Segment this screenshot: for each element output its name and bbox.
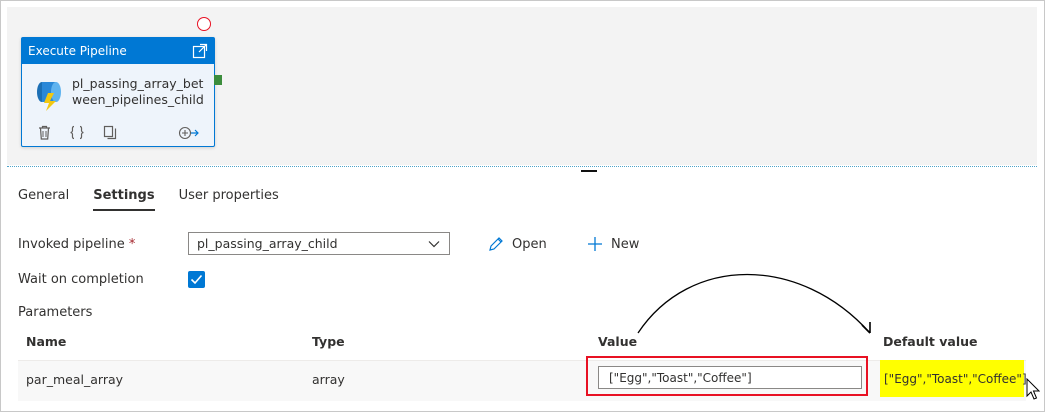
add-output-icon[interactable] <box>178 126 200 140</box>
column-header-default-value: Default value <box>883 334 978 349</box>
copy-icon[interactable] <box>103 125 117 140</box>
param-value-input[interactable]: ["Egg","Toast","Coffee"] <box>598 366 862 389</box>
checkmark-icon <box>190 274 203 285</box>
chevron-down-icon <box>427 237 441 254</box>
property-tabs: General Settings User properties <box>18 188 303 211</box>
pipeline-icon <box>32 77 64 111</box>
table-row <box>18 360 1026 401</box>
activity-type-label: Execute Pipeline <box>28 44 127 58</box>
param-type-cell: array <box>312 372 345 387</box>
parameters-label: Parameters <box>18 305 93 320</box>
panel-divider <box>7 166 1037 167</box>
new-button-label: New <box>611 236 640 252</box>
param-default-value-cell: ["Egg","Toast","Coffee"] <box>880 360 1027 397</box>
mouse-cursor-icon <box>1026 377 1041 404</box>
edit-pencil-icon <box>488 236 512 252</box>
required-marker: * <box>128 237 136 252</box>
annotation-arrow <box>637 273 871 334</box>
code-icon[interactable] <box>69 125 85 140</box>
delete-icon[interactable] <box>38 125 51 140</box>
tab-general[interactable]: General <box>18 188 69 211</box>
column-header-name: Name <box>26 334 67 349</box>
tab-user-properties[interactable]: User properties <box>179 188 279 211</box>
wait-on-completion-label: Wait on completion <box>18 272 144 287</box>
invoked-pipeline-select[interactable]: pl_passing_array_child <box>188 232 450 255</box>
open-pipeline-button[interactable]: Open <box>488 236 547 252</box>
activity-name: pl_passing_array_between_pipelines_child <box>72 76 204 107</box>
new-pipeline-button[interactable]: New <box>587 236 639 252</box>
open-button-label: Open <box>512 236 547 252</box>
tab-settings[interactable]: Settings <box>93 188 155 211</box>
execute-pipeline-activity[interactable]: Execute Pipeline pl_passing_array_betwee… <box>21 37 215 147</box>
param-name-cell: par_meal_array <box>26 372 124 387</box>
invoked-pipeline-label: Invoked pipeline * <box>18 237 135 252</box>
invoked-pipeline-value: pl_passing_array_child <box>197 236 338 251</box>
external-link-icon[interactable] <box>192 43 208 59</box>
success-output-port[interactable] <box>214 75 222 85</box>
column-header-type: Type <box>312 334 345 349</box>
wait-on-completion-checkbox[interactable] <box>188 271 205 288</box>
plus-icon <box>587 236 611 252</box>
invoked-pipeline-label-text: Invoked pipeline <box>18 237 125 252</box>
status-indicator <box>197 17 211 31</box>
activity-header: Execute Pipeline <box>22 38 214 64</box>
